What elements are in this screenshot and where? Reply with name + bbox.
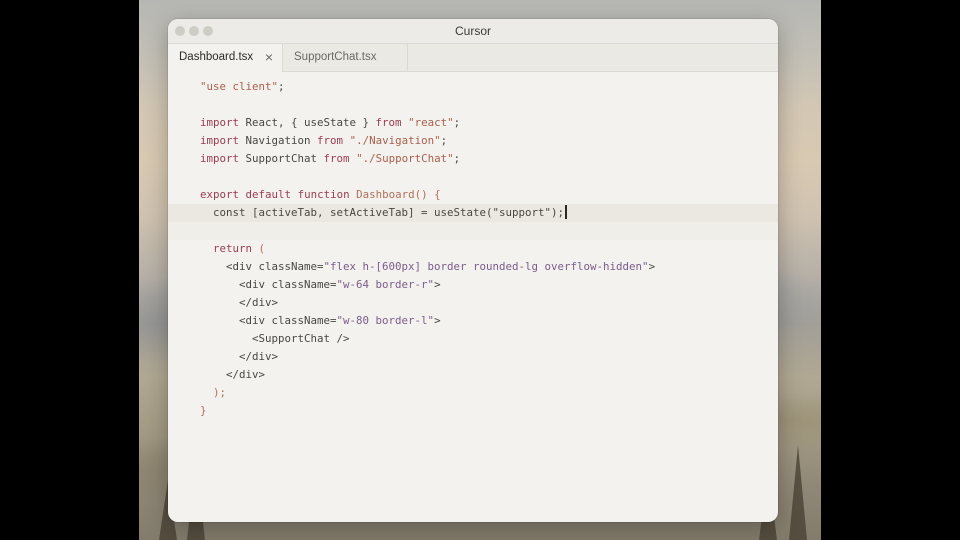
code-token: export (200, 188, 240, 201)
code-text: "use client"; (200, 78, 285, 96)
code-token: <div (200, 260, 259, 273)
code-token: > (648, 260, 656, 273)
code-token: > (434, 278, 441, 291)
code-token: <SupportChat /> (200, 332, 350, 345)
close-icon[interactable]: × (262, 44, 276, 71)
code-token: ; (278, 80, 285, 93)
code-line[interactable]: </div> (168, 294, 778, 312)
code-token: Dashboard (356, 188, 415, 201)
code-token: className (258, 260, 318, 273)
code-token: "w-64 border-r" (336, 278, 435, 291)
tab-dashboard[interactable]: Dashboard.tsx × (168, 44, 283, 72)
tab-label: Dashboard.tsx (179, 51, 254, 63)
code-text: <div className="flex h-[600px] border ro… (200, 258, 655, 276)
code-line[interactable]: ); (168, 384, 778, 402)
code-token: return (213, 242, 253, 255)
code-token: const [activeTab, setActiveTab] = useSta… (200, 206, 565, 219)
code-line[interactable]: "use client"; (168, 78, 778, 96)
code-line[interactable]: const [activeTab, setActiveTab] = useSta… (168, 204, 778, 222)
code-token: </div> (200, 368, 266, 381)
code-line[interactable]: import Navigation from "./Navigation"; (168, 132, 778, 150)
code-token: ; (453, 152, 461, 165)
code-text: <div className="w-64 border-r"> (200, 276, 441, 294)
code-text: import SupportChat from "./SupportChat"; (200, 150, 460, 168)
code-text: } (200, 402, 207, 420)
code-token: ; (440, 134, 448, 147)
tab-supportchat[interactable]: SupportChat.tsx (283, 44, 408, 71)
code-token: from (323, 152, 350, 165)
code-token: SupportChat (239, 152, 324, 165)
code-line[interactable]: <div className="w-80 border-l"> (168, 312, 778, 330)
code-token: "./SupportChat" (356, 152, 454, 165)
tab-bar: Dashboard.tsx × SupportChat.tsx (168, 44, 778, 72)
code-text: ); (200, 384, 226, 402)
code-line[interactable]: import SupportChat from "./SupportChat"; (168, 150, 778, 168)
code-token: "react" (408, 116, 454, 129)
code-line[interactable] (168, 168, 778, 186)
code-text: import React, { useState } from "react"; (200, 114, 460, 132)
code-token: from (375, 116, 402, 129)
code-token: import (200, 152, 240, 165)
code-token: "w-80 border-l" (336, 314, 435, 327)
code-token: "flex h-[600px] border rounded-lg overfl… (323, 260, 649, 273)
code-token: ; (453, 116, 461, 129)
code-line[interactable]: export default function Dashboard() { (168, 186, 778, 204)
text-cursor (565, 205, 568, 219)
code-line[interactable]: <div className="w-64 border-r"> (168, 276, 778, 294)
code-token: > (434, 314, 441, 327)
code-token: <div (200, 278, 272, 291)
code-text: return ( (200, 240, 265, 258)
code-token: className (271, 278, 331, 291)
code-token: import (200, 116, 240, 129)
code-editor[interactable]: "use client"; import React, { useState } … (168, 72, 778, 522)
code-token: Navigation (239, 134, 318, 147)
title-bar: Cursor (168, 19, 778, 44)
code-token: "use client" (200, 80, 279, 93)
code-line[interactable]: </div> (168, 348, 778, 366)
code-text: const [activeTab, setActiveTab] = useSta… (200, 204, 568, 222)
code-token: className (271, 314, 331, 327)
code-line[interactable]: <SupportChat /> (168, 330, 778, 348)
code-text: </div> (200, 294, 278, 312)
code-line-suggestion[interactable] (168, 222, 778, 240)
editor-window: Cursor Dashboard.tsx × SupportChat.tsx "… (168, 19, 778, 522)
code-text: <div className="w-80 border-l"> (200, 312, 441, 330)
code-token: ( (252, 242, 266, 255)
code-token: </div> (200, 296, 279, 309)
code-token: () { (414, 188, 441, 201)
code-line[interactable]: import React, { useState } from "react"; (168, 114, 778, 132)
code-token: </div> (200, 350, 279, 363)
code-token: import (200, 134, 240, 147)
code-token: <div (200, 314, 272, 327)
code-token: React, { useState } (239, 116, 376, 129)
code-token: ); (200, 386, 227, 399)
code-text: </div> (200, 366, 265, 384)
window-title: Cursor (454, 24, 491, 38)
code-text: export default function Dashboard() { (200, 186, 441, 204)
code-token: from (317, 134, 344, 147)
code-line[interactable]: <div className="flex h-[600px] border ro… (168, 258, 778, 276)
code-line[interactable] (168, 96, 778, 114)
code-text: import Navigation from "./Navigation"; (200, 132, 447, 150)
code-token: "./Navigation" (349, 134, 441, 147)
code-token: function (297, 188, 350, 201)
code-token: default (245, 188, 292, 201)
code-token: } (200, 404, 207, 417)
code-text: </div> (200, 348, 278, 366)
code-line[interactable]: return ( (168, 240, 778, 258)
code-line[interactable]: </div> (168, 366, 778, 384)
code-line[interactable]: } (168, 402, 778, 420)
code-text: <SupportChat /> (200, 330, 350, 348)
tab-label: SupportChat.tsx (294, 51, 377, 63)
